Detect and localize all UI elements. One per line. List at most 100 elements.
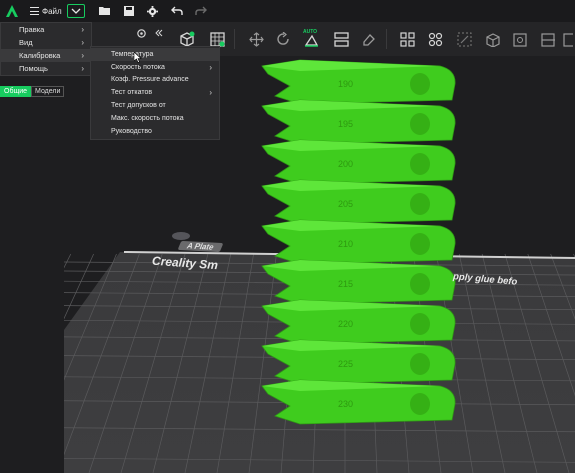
cut-tool[interactable] — [537, 28, 559, 50]
submenu-item-pressure-advance[interactable]: Коэф. Pressure advance — [91, 74, 219, 87]
chevron-right-icon: › — [209, 88, 212, 98]
tower-block[interactable]: 215 — [261, 259, 456, 305]
undo-icon — [170, 6, 183, 15]
tower-block[interactable]: 225 — [261, 339, 456, 385]
menu-item-label: Правка — [19, 25, 45, 34]
save-button[interactable] — [123, 5, 135, 17]
auto-label: AUTO — [303, 29, 318, 35]
tower-block[interactable]: 205 — [261, 179, 456, 225]
split-objects-tool[interactable] — [396, 28, 418, 50]
boolean-tool[interactable] — [481, 28, 503, 50]
plate-lock-icon[interactable] — [172, 232, 190, 240]
file-menu-label: Файл — [42, 6, 62, 16]
double-chevron-left-icon — [155, 29, 163, 37]
tower-block-hole — [410, 393, 430, 415]
tower-block[interactable]: 200 — [261, 139, 456, 185]
folder-icon — [98, 7, 110, 15]
menu-item-calibration[interactable]: Калибровка › — [1, 49, 91, 62]
chevron-down-button[interactable] — [66, 4, 85, 18]
tower-block-label: 195 — [338, 119, 353, 129]
cube-icon — [485, 32, 500, 47]
menu-item-label: Калибровка — [19, 51, 61, 60]
submenu-item-temperature[interactable]: Температура — [91, 48, 219, 61]
calibration-submenu: Температура Скорость потока › Коэф. Pres… — [90, 46, 220, 140]
tower-block-label: 215 — [338, 279, 353, 289]
app-logo-icon — [6, 5, 18, 17]
grid-plate-icon — [209, 31, 225, 47]
scale-tool[interactable] — [453, 28, 475, 50]
tower-block-hole — [410, 233, 430, 255]
redo-button[interactable] — [194, 5, 207, 17]
submenu-item-retraction-test[interactable]: Тест откатов › — [91, 86, 219, 99]
submenu-item-guide[interactable]: Руководство — [91, 125, 219, 138]
tower-block-label: 205 — [338, 199, 353, 209]
tower-block[interactable]: 190 — [261, 59, 456, 105]
arrange-icon — [333, 31, 349, 47]
tower-block-hole — [410, 313, 430, 335]
tower-block-hole — [410, 153, 430, 175]
temperature-tower[interactable]: 190 195 200 205 210 215 220 225 230 — [261, 59, 456, 425]
split-parts-tool[interactable] — [424, 28, 446, 50]
tower-block[interactable]: 195 — [261, 99, 456, 145]
cube-add-icon — [180, 31, 195, 47]
hollow-cube-icon — [512, 32, 527, 47]
submenu-item-flow-rate[interactable]: Скорость потока › — [91, 61, 219, 74]
tower-block-label: 220 — [338, 319, 353, 329]
left-panel — [0, 56, 64, 473]
mouse-cursor-icon — [134, 52, 142, 63]
collapse-panel-button[interactable] — [151, 25, 167, 41]
toolbar-separator — [386, 29, 387, 49]
left-panel-tabs: Общие Модели — [0, 86, 65, 97]
submenu-item-label: Температура — [111, 50, 154, 58]
erase-tool[interactable] — [357, 28, 379, 50]
tower-block-label: 190 — [338, 79, 353, 89]
tower-block[interactable]: 210 — [261, 219, 456, 265]
submenu-item-label: Тест допусков от — [111, 102, 166, 110]
cut-icon — [540, 32, 555, 47]
menu-item-label: Вид — [19, 38, 33, 47]
gear-icon — [147, 5, 159, 17]
tower-block-label: 225 — [338, 359, 353, 369]
main-menu: Правка › Вид › Калибровка › Помощь › — [0, 22, 92, 76]
settings-button[interactable] — [147, 5, 159, 17]
submenu-item-max-volumetric-speed[interactable]: Макс. скорость потока — [91, 112, 219, 125]
move-icon — [248, 31, 264, 47]
gear-icon — [136, 28, 146, 38]
rotate-icon — [276, 31, 289, 45]
chevron-down-icon — [71, 8, 81, 14]
undo-button[interactable] — [170, 5, 183, 17]
arrange-tool[interactable] — [330, 28, 352, 50]
chevron-right-icon: › — [81, 25, 84, 34]
toolbar-separator — [234, 29, 235, 49]
move-tool[interactable] — [245, 28, 267, 50]
menu-item-edit[interactable]: Правка › — [1, 23, 91, 36]
more-tools-button[interactable] — [561, 28, 575, 50]
tab-models[interactable]: Модели — [31, 86, 65, 97]
tower-block-hole — [410, 273, 430, 295]
file-menu-button[interactable]: Файл — [30, 7, 62, 16]
chevron-right-icon: › — [209, 62, 212, 72]
open-folder-button[interactable] — [98, 5, 111, 17]
tower-block-label: 200 — [338, 159, 353, 169]
rotate-tool[interactable] — [272, 28, 294, 50]
tower-block[interactable]: 220 — [261, 299, 456, 345]
redo-icon — [194, 6, 207, 15]
submenu-item-label: Макс. скорость потока — [111, 114, 184, 122]
tower-block-label: 210 — [338, 239, 353, 249]
submenu-item-tolerance-test[interactable]: Тест допусков от — [91, 99, 219, 112]
printer-settings-button[interactable] — [131, 25, 151, 41]
split-icon — [399, 31, 415, 47]
chevron-right-icon: › — [81, 38, 84, 47]
submenu-item-label: Тест откатов — [111, 89, 153, 97]
tower-block[interactable]: 230 — [261, 379, 456, 425]
tab-general[interactable]: Общие — [0, 86, 32, 97]
hollow-tool[interactable] — [509, 28, 531, 50]
chevron-right-icon: › — [81, 64, 84, 73]
submenu-item-label: Руководство — [111, 127, 152, 135]
hamburger-icon — [30, 7, 39, 15]
eraser-icon — [362, 33, 375, 46]
menu-item-view[interactable]: Вид › — [1, 36, 91, 49]
tower-block-hole — [410, 353, 430, 375]
tower-block-hole — [410, 193, 430, 215]
menu-item-help[interactable]: Помощь › — [1, 62, 91, 75]
